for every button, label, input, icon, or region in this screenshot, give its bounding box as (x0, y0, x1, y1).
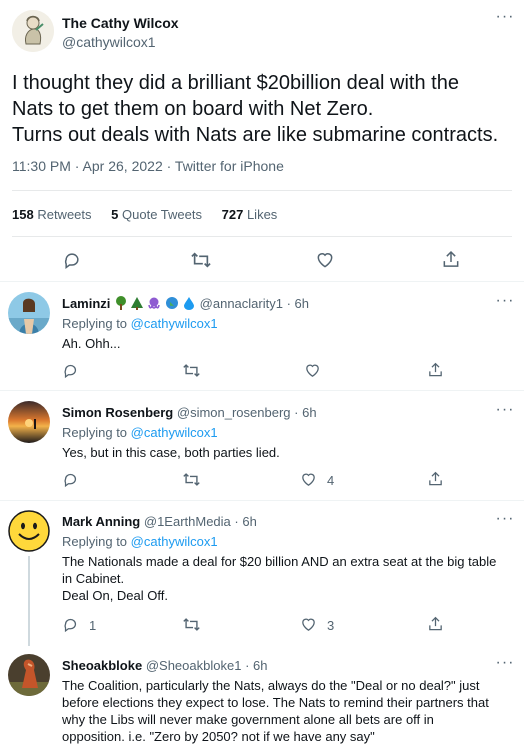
more-options-icon[interactable]: ··· (494, 9, 516, 25)
replying-to: Replying to @cathywilcox1 (62, 316, 218, 331)
reply-text-line: in Cabinet. (62, 571, 125, 586)
reply-count: 1 (89, 618, 97, 633)
reply-text: The Nationals made a deal for $20 billio… (62, 553, 517, 604)
author-name[interactable]: The Cathy Wilcox (62, 15, 179, 31)
reply-header: Mark Anning @1EarthMedia · 6h (62, 514, 257, 529)
reply-text-line: The Coalition, particularly the Nats, al… (62, 678, 480, 693)
share-icon[interactable] (427, 470, 444, 488)
avatar[interactable] (8, 654, 50, 696)
share-icon[interactable] (441, 249, 461, 270)
retweets-stat[interactable]: 158 Retweets (12, 207, 92, 222)
quote-tweets-stat[interactable]: 5 Quote Tweets (111, 207, 202, 222)
reply-author-handle[interactable]: @annaclarity1 (200, 296, 283, 311)
reply-header: Sheoakbloke @Sheoakbloke1 · 6h (62, 658, 267, 673)
reply-icon[interactable] (62, 250, 82, 270)
reply-author-handle[interactable]: @Sheoakbloke1 (146, 658, 242, 673)
reply-text-line: before elections they expect to lose. Th… (62, 695, 489, 710)
reply-author-name[interactable]: Mark Anning (62, 514, 140, 529)
share-icon[interactable] (427, 615, 444, 633)
reply-time[interactable]: · 6h (287, 296, 309, 311)
reply-author-handle[interactable]: @simon_rosenberg (177, 405, 291, 420)
share-icon[interactable] (427, 361, 444, 379)
reply-text-line: Deal On, Deal Off. (62, 588, 168, 603)
reply-icon[interactable] (62, 616, 79, 633)
reply-author-name[interactable]: Sheoakbloke (62, 658, 142, 673)
retweet-icon[interactable] (182, 362, 201, 379)
avatar[interactable] (8, 292, 50, 334)
reply-text: The Coalition, particularly the Nats, al… (62, 677, 517, 745)
retweet-icon[interactable] (182, 616, 201, 633)
replying-to-handle[interactable]: @cathywilcox1 (131, 425, 218, 440)
divider (0, 390, 524, 391)
tweet-text: I thought they did a brilliant $20billio… (12, 70, 517, 148)
reply-text-line: opposition. i.e. "Zero by 2050? not if w… (62, 729, 375, 744)
reply-icon[interactable] (62, 362, 79, 379)
thread-line (28, 556, 30, 646)
divider (0, 281, 524, 282)
reply-text-line: The Nationals made a deal for $20 billio… (62, 554, 497, 569)
more-options-icon[interactable]: ··· (494, 511, 516, 527)
like-icon[interactable] (315, 250, 335, 270)
like-icon[interactable] (300, 471, 317, 488)
more-options-icon[interactable]: ··· (494, 293, 516, 309)
likes-stat[interactable]: 727 Likes (222, 207, 278, 222)
name-emojis (114, 296, 196, 313)
reply-icon[interactable] (62, 471, 79, 488)
reply-text: Ah. Ohh... (62, 335, 517, 352)
more-options-icon[interactable]: ··· (494, 655, 516, 671)
tweet-stats: 158 Retweets 5 Quote Tweets 727 Likes (12, 207, 277, 222)
avatar[interactable] (8, 401, 50, 443)
reply-text-line: why the Libs will never make government … (62, 712, 434, 727)
reply-author-handle[interactable]: @1EarthMedia (144, 514, 231, 529)
reply-header: Laminzi @annaclarity1 · 6h (62, 296, 309, 313)
reply-text-line: Yes, but in this case, both parties lied… (62, 445, 280, 460)
like-count: 4 (327, 473, 335, 488)
tweet-text-line: Turns out deals with Nats are like subma… (12, 124, 499, 146)
avatar[interactable] (12, 10, 54, 52)
reply-author-name[interactable]: Simon Rosenberg (62, 405, 173, 420)
divider (12, 190, 512, 191)
more-options-icon[interactable]: ··· (494, 402, 516, 418)
reply-header: Simon Rosenberg @simon_rosenberg · 6h (62, 405, 317, 420)
retweet-icon[interactable] (190, 250, 212, 270)
reply-text-line: Ah. Ohh... (62, 336, 121, 351)
like-icon[interactable] (304, 362, 321, 379)
replying-to: Replying to @cathywilcox1 (62, 534, 218, 549)
tweet-timestamp[interactable]: 11:30 PM · Apr 26, 2022 · Twitter for iP… (12, 158, 284, 174)
reply-time[interactable]: · 6h (294, 405, 316, 420)
replying-to: Replying to @cathywilcox1 (62, 425, 218, 440)
reply-author-name[interactable]: Laminzi (62, 296, 110, 311)
reply-text: Yes, but in this case, both parties lied… (62, 444, 517, 461)
divider (0, 500, 524, 501)
avatar[interactable] (8, 510, 50, 552)
replying-to-handle[interactable]: @cathywilcox1 (131, 316, 218, 331)
replying-to-handle[interactable]: @cathywilcox1 (131, 534, 218, 549)
reply-time[interactable]: · 6h (245, 658, 267, 673)
like-count: 3 (327, 618, 335, 633)
tweet-text-line: Nats to get them on board with Net Zero. (12, 98, 374, 120)
tweet-text-line: I thought they did a brilliant $20billio… (12, 72, 459, 94)
reply-time[interactable]: · 6h (234, 514, 256, 529)
author-handle[interactable]: @cathywilcox1 (62, 34, 156, 50)
divider (12, 236, 512, 237)
retweet-icon[interactable] (182, 471, 201, 488)
like-icon[interactable] (300, 616, 317, 633)
